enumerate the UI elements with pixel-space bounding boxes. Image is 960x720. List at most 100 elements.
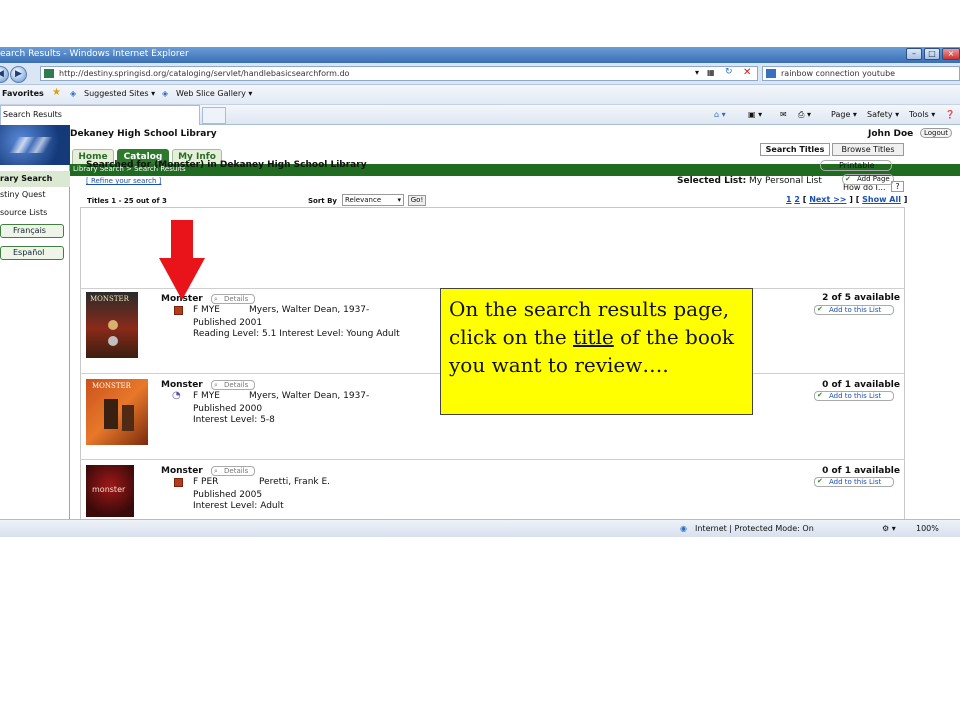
status-bar: ◉ Internet | Protected Mode: On ⚙ ▾ 100% xyxy=(0,519,960,537)
book-cover-3[interactable]: monster xyxy=(86,465,134,517)
selected-list-value: My Personal List xyxy=(749,176,822,186)
new-tab-button[interactable] xyxy=(202,107,226,124)
printable-label: Printable xyxy=(839,161,875,170)
sort-select[interactable]: Relevance ▾ xyxy=(342,194,404,206)
sidebar-item-library-search[interactable]: rary Search xyxy=(0,171,70,187)
dropdown-icon[interactable]: ▾ xyxy=(695,68,699,77)
star-icon[interactable]: ★ xyxy=(52,87,61,98)
help-icon[interactable]: ❓ xyxy=(945,110,955,119)
go-button[interactable]: Go! xyxy=(408,195,426,206)
window-title-bar: earch Results - Windows Internet Explore… xyxy=(0,47,960,63)
user-name: John Doe xyxy=(868,129,914,139)
home-icon[interactable]: ⌂ ▾ xyxy=(714,110,726,119)
titles-count: Titles 1 - 25 out of 3 xyxy=(87,197,167,205)
show-all-link[interactable]: Show All xyxy=(862,195,901,204)
add-to-list-label: Add to this List xyxy=(829,478,882,486)
availability: 2 of 5 available xyxy=(822,293,900,303)
mail-icon[interactable]: ✉ xyxy=(780,110,787,119)
details-button[interactable]: ⌕ Details xyxy=(211,380,255,390)
book-icon xyxy=(174,478,183,487)
stop-icon[interactable]: ✕ xyxy=(743,67,751,78)
check-icon: ✔ xyxy=(817,391,823,399)
cover-title: monster xyxy=(92,485,126,494)
book-title-link[interactable]: Monster xyxy=(161,380,203,390)
protected-mode-icon[interactable]: ⚙ ▾ xyxy=(882,524,896,533)
call-number: F PER xyxy=(193,477,219,487)
availability: 0 of 1 available xyxy=(822,380,900,390)
cover-art-icon xyxy=(108,320,118,330)
add-to-list-button[interactable]: ✔ Add to this List xyxy=(814,305,894,315)
details-button[interactable]: ⌕ Details xyxy=(211,466,255,476)
web-slice-link[interactable]: Web Slice Gallery ▾ xyxy=(176,89,252,98)
page-menu[interactable]: Page ▾ xyxy=(831,110,857,119)
forward-button[interactable]: ▶ xyxy=(10,66,27,83)
next-page-link[interactable]: Next >> xyxy=(809,195,846,204)
spanish-button[interactable]: Español xyxy=(0,246,64,260)
sidebar-item-destiny-quest[interactable]: stiny Quest xyxy=(0,187,70,203)
add-to-list-button[interactable]: ✔ Add to this List xyxy=(814,391,894,401)
sidebar-item-resource-lists[interactable]: source Lists xyxy=(0,205,70,221)
tab-browse-titles[interactable]: Browse Titles xyxy=(832,143,904,156)
feeds-icon[interactable]: ▣ ▾ xyxy=(748,110,762,119)
compat-icon[interactable]: ▦ xyxy=(707,68,715,77)
arrow-head xyxy=(159,258,205,300)
callout-text-link: title xyxy=(573,325,614,349)
add-page-label: Add Page xyxy=(857,175,890,183)
tab-search-titles[interactable]: Search Titles xyxy=(760,143,830,156)
refresh-icon[interactable]: ↻ xyxy=(725,67,733,77)
details-button[interactable]: ⌕ Details xyxy=(211,294,255,304)
cover-title: MONSTER xyxy=(90,295,129,303)
printable-button[interactable]: Printable xyxy=(820,160,892,171)
book-cover-2[interactable]: MONSTER xyxy=(86,379,148,445)
suggested-sites-link[interactable]: Suggested Sites ▾ xyxy=(84,89,155,98)
back-button[interactable]: ◀ xyxy=(0,66,9,83)
search-text: rainbow connection youtube xyxy=(781,69,896,78)
logout-button[interactable]: Logout xyxy=(920,128,952,138)
levels: Reading Level: 5.1 Interest Level: Young… xyxy=(193,329,400,339)
page-1-link[interactable]: 1 xyxy=(786,195,792,204)
search-provider-icon xyxy=(766,69,776,78)
sort-by-label: Sort By xyxy=(308,197,337,205)
zoom-level[interactable]: 100% xyxy=(916,524,939,533)
suggested-sites-icon: ◈ xyxy=(70,89,77,98)
search-input[interactable]: rainbow connection youtube xyxy=(762,66,960,81)
instruction-callout: On the search results page, click on the… xyxy=(440,288,753,415)
print-icon[interactable]: ⎙ ▾ xyxy=(798,110,811,120)
window-title: earch Results - Windows Internet Explore… xyxy=(0,49,189,59)
site-icon xyxy=(44,69,54,78)
school-logo xyxy=(0,125,70,165)
minimize-icon[interactable]: – xyxy=(906,48,922,60)
favorites-button[interactable]: Favorites xyxy=(2,89,44,98)
book-title-link[interactable]: Monster xyxy=(161,466,203,476)
details-label: Details xyxy=(224,295,249,303)
details-label: Details xyxy=(224,467,249,475)
french-button[interactable]: Français xyxy=(0,224,64,238)
row-divider xyxy=(80,459,905,460)
selected-list-label: Selected List: xyxy=(677,176,747,186)
add-to-list-button[interactable]: ✔ Add to this List xyxy=(814,477,894,487)
address-bar: ◀ ▶ http://destiny.springisd.org/catalog… xyxy=(0,63,960,85)
author: Peretti, Frank E. xyxy=(259,477,331,487)
close-icon[interactable]: × xyxy=(942,48,960,60)
add-to-list-label: Add to this List xyxy=(829,306,882,314)
sidebar: rary Search stiny Quest source Lists Fra… xyxy=(0,165,70,519)
selected-list: Selected List: My Personal List xyxy=(677,176,822,186)
published: Published 2000 xyxy=(193,404,263,414)
levels: Interest Level: 5-8 xyxy=(193,415,275,425)
add-page-button[interactable]: ✔ Add Page xyxy=(842,174,894,185)
globe-icon: ◉ xyxy=(680,524,687,533)
book-cover-1[interactable]: MONSTER xyxy=(86,292,138,358)
refine-search-link[interactable]: [ Refine your search ] xyxy=(86,177,161,185)
tab-label: Search Results xyxy=(3,110,62,119)
maximize-icon[interactable]: □ xyxy=(924,48,940,60)
url-field[interactable]: http://destiny.springisd.org/cataloging/… xyxy=(40,66,758,81)
page-2-link[interactable]: 2 xyxy=(794,195,800,204)
tab-browse-titles-label: Browse Titles xyxy=(841,145,895,154)
check-icon: ✔ xyxy=(845,175,851,183)
tab-search-results[interactable]: Search Results xyxy=(0,105,200,125)
cover-art-icon xyxy=(108,336,118,346)
add-to-list-label: Add to this List xyxy=(829,392,882,400)
author: Myers, Walter Dean, 1937- xyxy=(249,305,370,315)
safety-menu[interactable]: Safety ▾ xyxy=(867,110,899,119)
tools-menu[interactable]: Tools ▾ xyxy=(909,110,935,119)
